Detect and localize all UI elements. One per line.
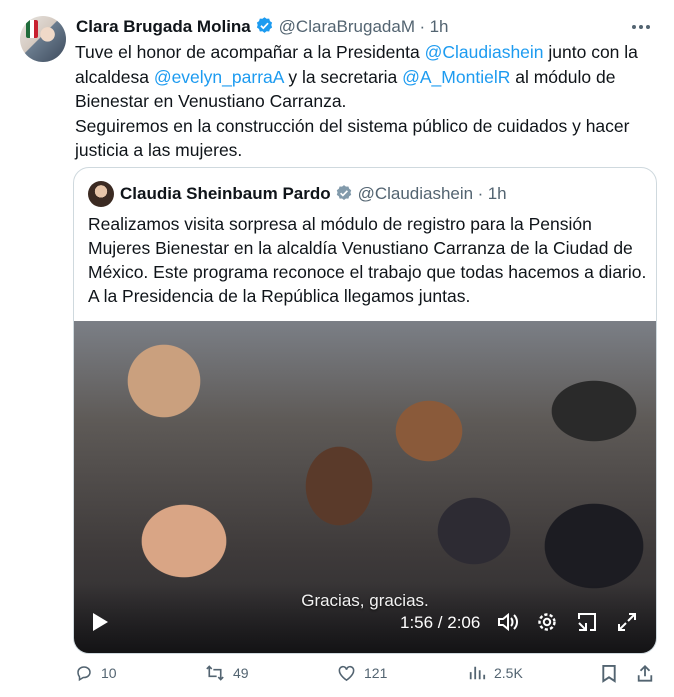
reply-icon bbox=[75, 664, 93, 682]
fullscreen-icon[interactable] bbox=[616, 611, 638, 633]
mention-link[interactable]: @A_MontielR bbox=[402, 67, 510, 87]
volume-icon[interactable] bbox=[496, 611, 520, 633]
video-player[interactable]: Gracias, gracias. 1:56 / 2:06 bbox=[74, 321, 656, 653]
views-icon bbox=[468, 664, 486, 682]
tweet-time[interactable]: 1h bbox=[430, 17, 449, 36]
quote-text: Realizamos visita sorpresa al módulo de … bbox=[88, 212, 648, 308]
quote-header: Claudia Sheinbaum Pardo @Claudiashein · … bbox=[120, 184, 507, 204]
bookmark-icon[interactable] bbox=[601, 664, 617, 683]
text-line: justicia a las mujeres. bbox=[75, 140, 243, 160]
quote-author-name[interactable]: Claudia Sheinbaum Pardo bbox=[120, 184, 331, 203]
text-line: Bienestar en Venustiano Carranza. bbox=[75, 91, 347, 111]
quote-avatar[interactable] bbox=[88, 181, 114, 207]
text-line: Realizamos visita sorpresa al módulo de … bbox=[88, 214, 592, 234]
views-count: 2.5K bbox=[494, 665, 523, 681]
text-line: Seguiremos en la construcción del sistem… bbox=[75, 115, 630, 136]
reply-count: 10 bbox=[101, 665, 117, 681]
verified-icon bbox=[335, 184, 353, 202]
text-segment: al módulo de bbox=[510, 66, 616, 87]
settings-icon[interactable] bbox=[536, 611, 558, 633]
like-button[interactable]: 121 bbox=[337, 664, 387, 682]
play-icon[interactable] bbox=[90, 611, 110, 633]
pip-icon[interactable] bbox=[576, 611, 598, 633]
verified-icon bbox=[255, 16, 274, 35]
text-segment: y la secretaria bbox=[283, 66, 403, 87]
dot-separator: · bbox=[419, 17, 426, 36]
author-handle[interactable]: @ClaraBrugadaM bbox=[279, 17, 415, 36]
text-segment: Tuve el honor de acompañar a la Presiden… bbox=[75, 42, 425, 62]
tweet-text: Tuve el honor de acompañar a la Presiden… bbox=[75, 40, 655, 163]
mention-link[interactable]: @Claudiashein bbox=[425, 42, 544, 62]
action-bar: 10 49 121 2.5K bbox=[0, 664, 674, 684]
author-name[interactable]: Clara Brugada Molina bbox=[76, 17, 251, 36]
quote-time[interactable]: 1h bbox=[488, 184, 507, 203]
text-line: Mujeres Bienestar en la alcaldía Venusti… bbox=[88, 238, 633, 258]
flag-badge bbox=[26, 20, 38, 38]
video-caption: Gracias, gracias. bbox=[301, 591, 429, 610]
text-line: A la Presidencia de la República llegamo… bbox=[88, 286, 471, 306]
dot-separator: · bbox=[477, 184, 484, 203]
text-segment: junto con la bbox=[543, 42, 638, 62]
views-button[interactable]: 2.5K bbox=[468, 664, 523, 682]
quoted-tweet[interactable]: Claudia Sheinbaum Pardo @Claudiashein · … bbox=[73, 167, 657, 654]
repost-icon bbox=[205, 664, 225, 682]
reply-button[interactable]: 10 bbox=[75, 664, 117, 682]
repost-count: 49 bbox=[233, 665, 249, 681]
author-avatar[interactable] bbox=[20, 16, 66, 62]
share-icon[interactable] bbox=[636, 664, 654, 683]
like-icon bbox=[337, 664, 356, 682]
more-icon[interactable] bbox=[628, 14, 654, 40]
video-timecode: 1:56 / 2:06 bbox=[400, 613, 481, 632]
quote-handle[interactable]: @Claudiashein bbox=[358, 184, 474, 203]
mention-link[interactable]: @evelyn_parraA bbox=[154, 67, 284, 87]
text-line: México. Este programa reconoce el trabaj… bbox=[88, 262, 647, 282]
like-count: 121 bbox=[364, 665, 388, 681]
text-segment: alcaldesa bbox=[75, 66, 154, 87]
tweet-header: Clara Brugada Molina @ClaraBrugadaM · 1h bbox=[76, 16, 449, 37]
repost-button[interactable]: 49 bbox=[205, 664, 249, 682]
